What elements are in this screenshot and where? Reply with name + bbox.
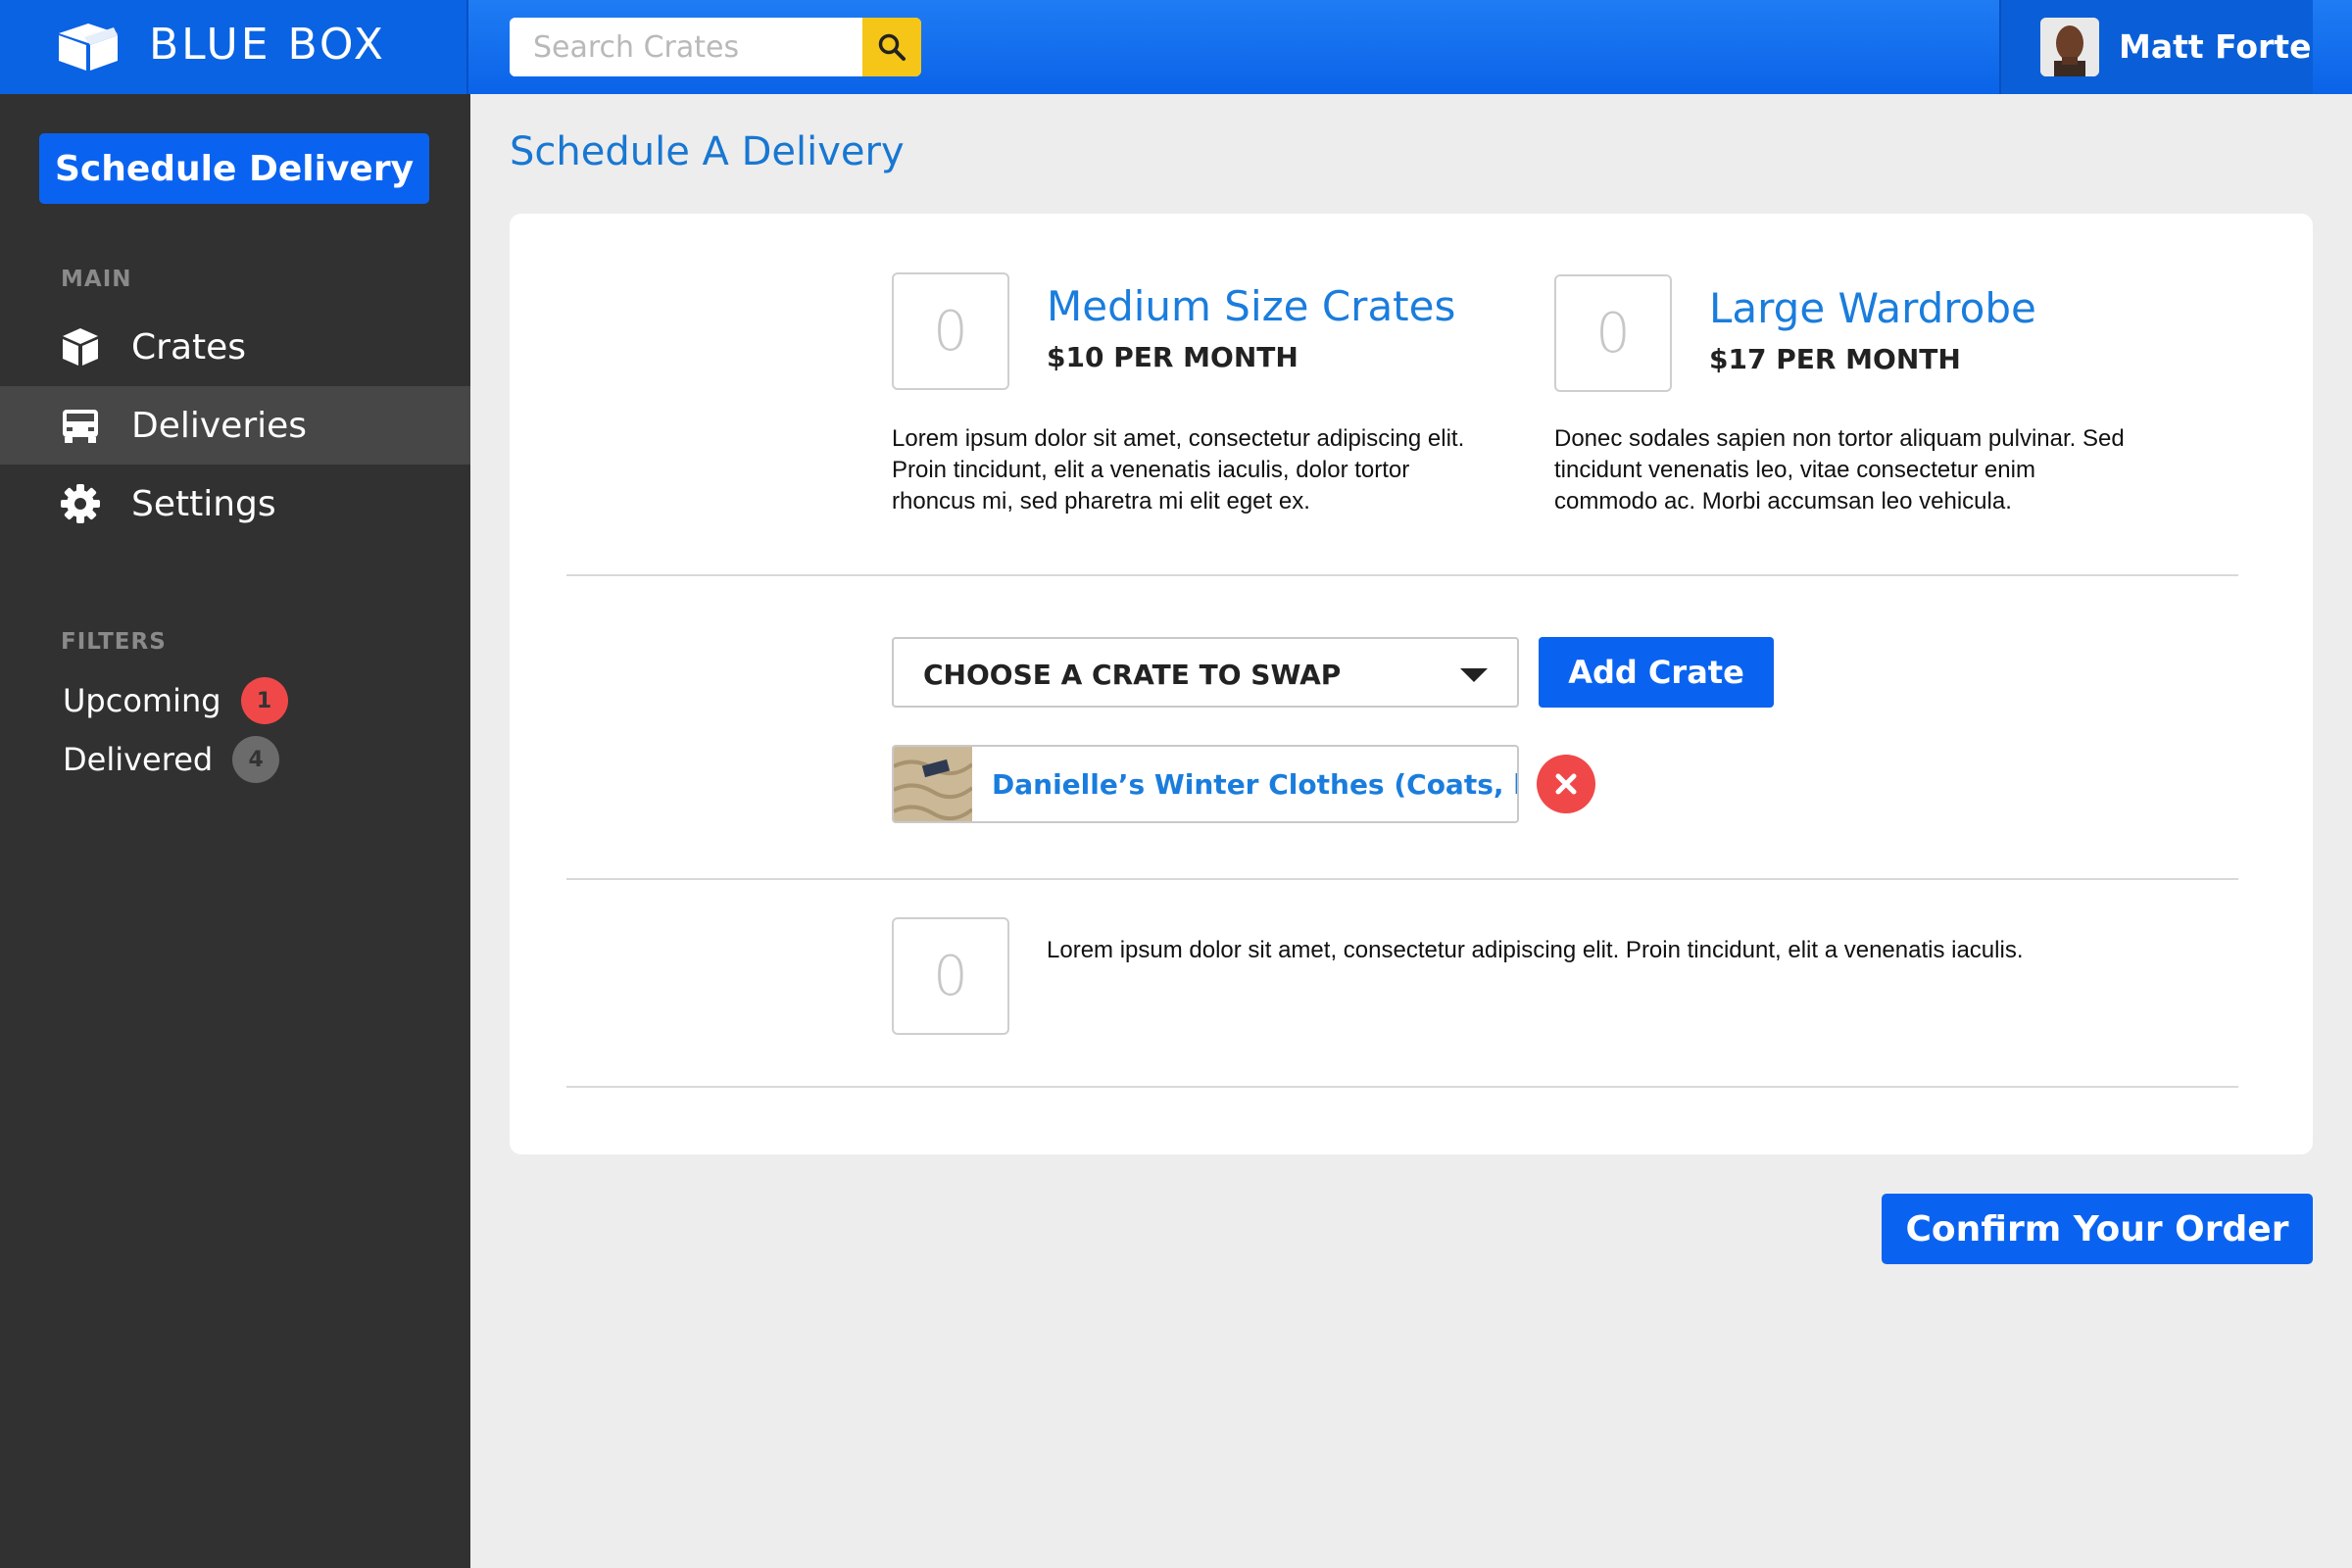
main-section-label: MAIN (61, 267, 132, 292)
product-price: $10 PER MONTH (1047, 341, 1298, 373)
product-description: Donec sodales sapien non tortor aliquam … (1554, 425, 2125, 514)
sidebar-item-label: Settings (131, 483, 276, 524)
quantity-input[interactable]: 0 (1554, 274, 1672, 392)
box-icon (59, 24, 118, 71)
sidebar: Schedule Delivery MAIN Crates Deliveries (0, 94, 470, 1568)
count-badge: 4 (232, 736, 280, 783)
avatar (2040, 18, 2099, 76)
sidebar-item-label: Deliveries (131, 405, 308, 446)
gear-icon (61, 484, 100, 523)
delivery-card: 0 Medium Size Crates $10 PER MONTH Lorem… (510, 214, 2313, 1154)
schedule-delivery-button[interactable]: Schedule Delivery (39, 133, 429, 204)
confirm-order-button[interactable]: Confirm Your Order (1882, 1194, 2313, 1264)
select-value: CHOOSE A CRATE TO SWAP (923, 659, 1342, 691)
brand[interactable]: BLUE BOX (0, 0, 468, 94)
add-crate-button[interactable]: Add Crate (1539, 637, 1774, 708)
crate-thumbnail (894, 747, 972, 821)
chevron-down-icon (1460, 668, 1488, 682)
product-name: Large Wardrobe (1709, 284, 2036, 332)
search-button[interactable] (862, 18, 921, 76)
sidebar-item-crates[interactable]: Crates (0, 308, 470, 386)
user-menu[interactable]: Matt Forte (1999, 0, 2313, 94)
brand-name: BLUE BOX (149, 20, 386, 70)
selected-crate-chip: Danielle’s Winter Clothes (Coats, long..… (892, 745, 1519, 823)
search-input[interactable] (510, 18, 862, 76)
crate-swap-select[interactable]: CHOOSE A CRATE TO SWAP (892, 637, 1519, 708)
extra-description: Lorem ipsum dolor sit amet, consectetur … (1047, 937, 2024, 963)
sidebar-item-label: Crates (131, 326, 247, 368)
user-name: Matt Forte (2119, 27, 2312, 66)
close-icon (1555, 773, 1577, 795)
top-bar: BLUE BOX Matt Forte (0, 0, 2352, 94)
quantity-input[interactable]: 0 (892, 272, 1009, 390)
product-description: Lorem ipsum dolor sit amet, consectetur … (892, 425, 1465, 514)
filter-delivered[interactable]: Delivered 4 (63, 735, 280, 784)
cube-icon (63, 328, 98, 366)
search-box (510, 18, 921, 76)
filter-label: Upcoming (63, 682, 221, 719)
filter-label: Delivered (63, 741, 214, 778)
selected-crate-name: Danielle’s Winter Clothes (Coats, long..… (992, 768, 1517, 801)
product-price: $17 PER MONTH (1709, 343, 1961, 375)
filters-section-label: FILTERS (61, 629, 167, 655)
divider (566, 574, 2238, 576)
filter-upcoming[interactable]: Upcoming 1 (63, 676, 288, 725)
product-name: Medium Size Crates (1047, 282, 1456, 330)
sidebar-item-settings[interactable]: Settings (0, 465, 470, 543)
remove-crate-button[interactable] (1537, 755, 1595, 813)
truck-icon (63, 410, 98, 443)
sidebar-item-deliveries[interactable]: Deliveries (0, 386, 470, 465)
divider (566, 878, 2238, 880)
search-icon (878, 33, 906, 61)
count-badge: 1 (240, 677, 288, 724)
quantity-input[interactable]: 0 (892, 917, 1009, 1035)
divider (566, 1086, 2238, 1088)
page-title: Schedule A Delivery (510, 129, 905, 174)
